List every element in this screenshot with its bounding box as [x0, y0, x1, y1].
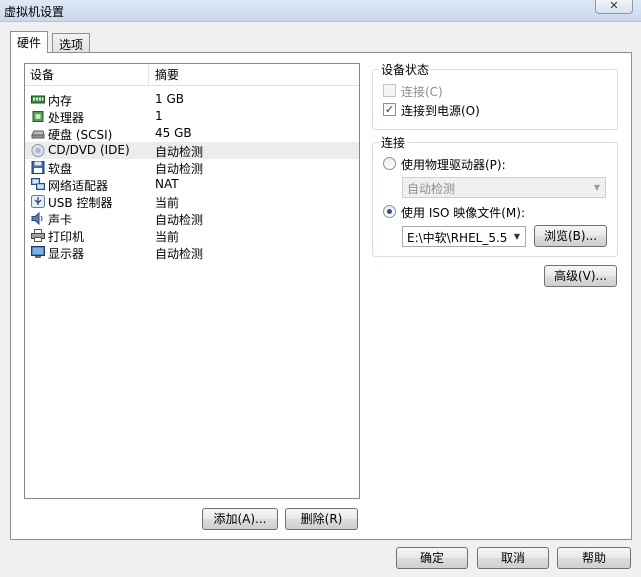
iso-path-input[interactable]: E:\中软\RHEL_5.5 i3 ▼ — [402, 226, 526, 247]
checkbox-box — [383, 84, 396, 97]
floppy-icon — [31, 161, 45, 174]
device-row-display[interactable]: 显示器 自动检测 — [25, 244, 359, 261]
printer-icon — [31, 229, 45, 242]
device-name: 内存 — [48, 94, 73, 108]
physical-drive-label: 使用物理驱动器(P): — [401, 158, 506, 172]
chevron-down-icon: ▼ — [593, 183, 601, 192]
device-row-floppy[interactable]: 软盘 自动检测 — [25, 159, 359, 176]
iso-path-value: E:\中软\RHEL_5.5 i3 — [407, 231, 509, 245]
connect-at-power-on-label: 连接到电源(O) — [401, 104, 480, 118]
device-name: 显示器 — [48, 247, 85, 261]
radio-dot — [387, 209, 392, 214]
close-button[interactable]: ✕ — [595, 0, 633, 14]
radio-circle-selected — [383, 205, 396, 218]
device-summary: 自动检测 — [155, 213, 204, 227]
cd-dvd-icon — [31, 144, 45, 157]
device-row-printer[interactable]: 打印机 当前 — [25, 227, 359, 244]
browse-button[interactable]: 浏览(B)... — [534, 225, 607, 247]
connection-group: 连接 使用物理驱动器(P): 自动检测 ▼ 使用 ISO 映像文件(M): E:… — [372, 134, 618, 257]
device-summary: 自动检测 — [155, 162, 204, 176]
connected-label: 连接(C) — [401, 85, 443, 99]
add-device-button[interactable]: 添加(A)... — [202, 508, 278, 530]
physical-drive-select[interactable]: 自动检测 ▼ — [402, 177, 606, 198]
device-name: CD/DVD (IDE) — [48, 143, 130, 157]
tab-options[interactable]: 选项 — [52, 33, 91, 52]
device-summary: 1 — [155, 109, 163, 123]
device-status-group: 设备状态 连接(C) ✓ 连接到电源(O) — [372, 61, 618, 130]
device-summary: 1 GB — [155, 92, 184, 106]
cancel-button[interactable]: 取消 — [477, 547, 549, 569]
device-row-processor[interactable]: 处理器 1 — [25, 108, 359, 125]
device-row-memory[interactable]: 内存 1 GB — [25, 91, 359, 108]
connected-checkbox[interactable]: 连接(C) — [383, 83, 583, 99]
connect-at-power-on-checkbox[interactable]: ✓ 连接到电源(O) — [383, 102, 583, 118]
device-summary: 当前 — [155, 230, 180, 244]
device-summary: NAT — [155, 177, 179, 191]
checkmark-icon: ✓ — [383, 103, 396, 116]
advanced-button[interactable]: 高级(V)... — [544, 265, 617, 287]
device-row-network-adapter[interactable]: 网络适配器 NAT — [25, 176, 359, 193]
device-summary: 当前 — [155, 196, 180, 210]
list-header: 设备 摘要 — [25, 64, 359, 86]
device-row-cd-dvd[interactable]: CD/DVD (IDE) 自动检测 — [25, 142, 359, 159]
close-icon: ✕ — [609, 0, 619, 12]
device-name: 打印机 — [48, 230, 85, 244]
device-name: 处理器 — [48, 111, 85, 125]
device-row-hard-disk[interactable]: 硬盘 (SCSI) 45 GB — [25, 125, 359, 142]
device-name: 硬盘 (SCSI) — [48, 128, 113, 142]
physical-drive-value: 自动检测 — [407, 182, 456, 196]
memory-icon — [31, 95, 45, 104]
processor-icon — [32, 111, 44, 122]
hardware-panel: 设备 摘要 内存 1 GB 处理器 1 硬盘 (SCSI) 45 GB CD/D… — [10, 52, 632, 540]
connection-title: 连接 — [379, 134, 408, 151]
device-status-title: 设备状态 — [379, 61, 432, 78]
tab-hardware[interactable]: 硬件 — [10, 31, 49, 53]
column-header-device[interactable]: 设备 — [25, 64, 149, 86]
device-row-sound-card[interactable]: 声卡 自动检测 — [25, 210, 359, 227]
physical-drive-radio[interactable]: 使用物理驱动器(P): — [383, 156, 583, 172]
network-adapter-icon — [31, 178, 45, 190]
device-name: 声卡 — [48, 213, 73, 227]
title-bar: 虚拟机设置 ✕ — [0, 0, 641, 22]
hard-disk-icon — [31, 130, 45, 139]
iso-image-label: 使用 ISO 映像文件(M): — [401, 206, 525, 220]
usb-controller-icon — [31, 195, 45, 208]
remove-device-button[interactable]: 删除(R) — [285, 508, 358, 530]
iso-image-radio[interactable]: 使用 ISO 映像文件(M): — [383, 204, 583, 220]
radio-circle — [383, 157, 396, 170]
device-name: USB 控制器 — [48, 196, 113, 210]
chevron-down-icon[interactable]: ▼ — [511, 230, 523, 244]
device-summary: 45 GB — [155, 126, 192, 140]
device-name: 网络适配器 — [48, 179, 109, 193]
window-title: 虚拟机设置 — [4, 5, 65, 19]
device-summary: 自动检测 — [155, 247, 204, 261]
display-icon — [31, 246, 45, 258]
device-list[interactable]: 设备 摘要 内存 1 GB 处理器 1 硬盘 (SCSI) 45 GB CD/D… — [24, 63, 360, 499]
device-name: 软盘 — [48, 162, 73, 176]
ok-button[interactable]: 确定 — [396, 547, 468, 569]
device-summary: 自动检测 — [155, 145, 204, 159]
help-button[interactable]: 帮助 — [557, 547, 631, 569]
sound-card-icon — [31, 212, 43, 225]
device-row-usb-controller[interactable]: USB 控制器 当前 — [25, 193, 359, 210]
column-header-summary[interactable]: 摘要 — [150, 64, 359, 86]
